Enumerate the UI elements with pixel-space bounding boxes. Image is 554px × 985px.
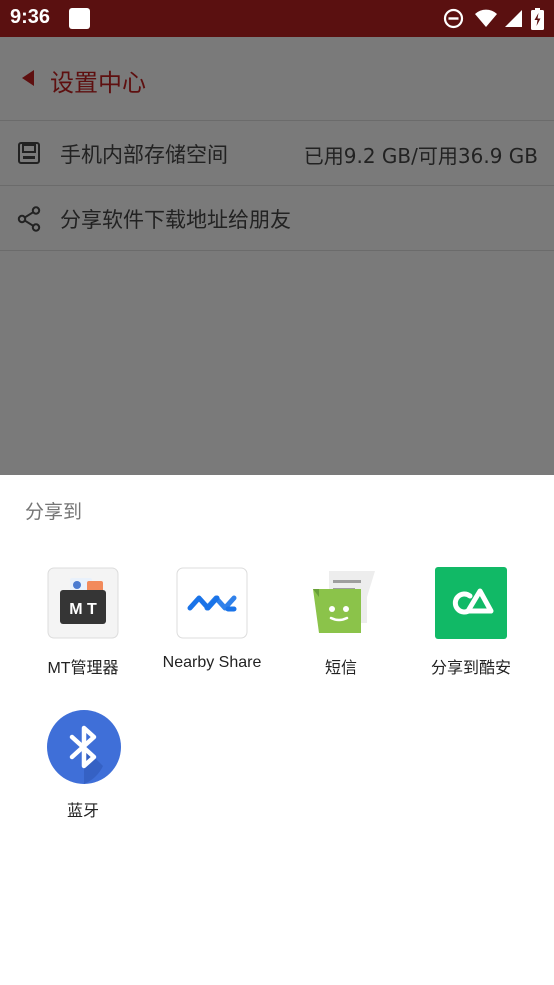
status-time: 9:36 bbox=[10, 6, 51, 28]
nearby-share-icon bbox=[176, 567, 248, 639]
share-target-messages[interactable]: 短信 bbox=[276, 567, 406, 678]
share-target-label: Nearby Share bbox=[162, 654, 262, 671]
mt-manager-icon: M T bbox=[47, 567, 119, 639]
share-target-label: MT管理器 bbox=[47, 660, 119, 677]
storage-value: 已用9.2 GB/可用36.9 GB bbox=[303, 144, 538, 168]
wifi-icon bbox=[475, 9, 497, 27]
share-target-bluetooth[interactable]: 蓝牙 bbox=[18, 710, 148, 821]
storage-icon bbox=[18, 142, 40, 164]
signal-icon bbox=[505, 10, 522, 27]
share-target-nearby-share[interactable]: Nearby Share bbox=[147, 567, 277, 672]
share-app-row[interactable]: 分享软件下载地址给朋友 bbox=[0, 186, 554, 251]
share-target-mt-manager[interactable]: M T MT管理器 bbox=[18, 567, 148, 678]
share-target-label: 分享到酷安 bbox=[430, 660, 511, 677]
app-header: 设置中心 bbox=[0, 37, 554, 121]
share-icon bbox=[17, 206, 41, 232]
notification-icon bbox=[69, 8, 90, 29]
share-target-coolapk[interactable]: 分享到酷安 bbox=[406, 567, 536, 678]
do-not-disturb-icon bbox=[443, 8, 464, 29]
storage-row[interactable]: 手机内部存储空间 已用9.2 GB/可用36.9 GB bbox=[0, 121, 554, 186]
coolapk-icon bbox=[435, 567, 507, 639]
messages-icon bbox=[305, 567, 377, 639]
share-sheet: 分享到 M T MT管理器 Nearby Share 短信 分享到酷安 蓝牙 bbox=[0, 475, 554, 985]
page-title: 设置中心 bbox=[50, 69, 146, 97]
settings-screen: 设置中心 手机内部存储空间 已用9.2 GB/可用36.9 GB 分享软件下载地… bbox=[0, 37, 554, 475]
status-bar: 9:36 bbox=[0, 0, 554, 37]
battery-charging-icon bbox=[531, 8, 544, 30]
share-app-label: 分享软件下载地址给朋友 bbox=[60, 208, 291, 232]
back-arrow-icon[interactable] bbox=[22, 70, 34, 86]
svg-text:M T: M T bbox=[69, 601, 97, 618]
share-target-label: 蓝牙 bbox=[66, 803, 99, 820]
storage-label: 手机内部存储空间 bbox=[60, 143, 228, 167]
bluetooth-icon bbox=[47, 710, 121, 784]
share-sheet-title: 分享到 bbox=[25, 501, 83, 523]
share-target-label: 短信 bbox=[324, 660, 357, 677]
